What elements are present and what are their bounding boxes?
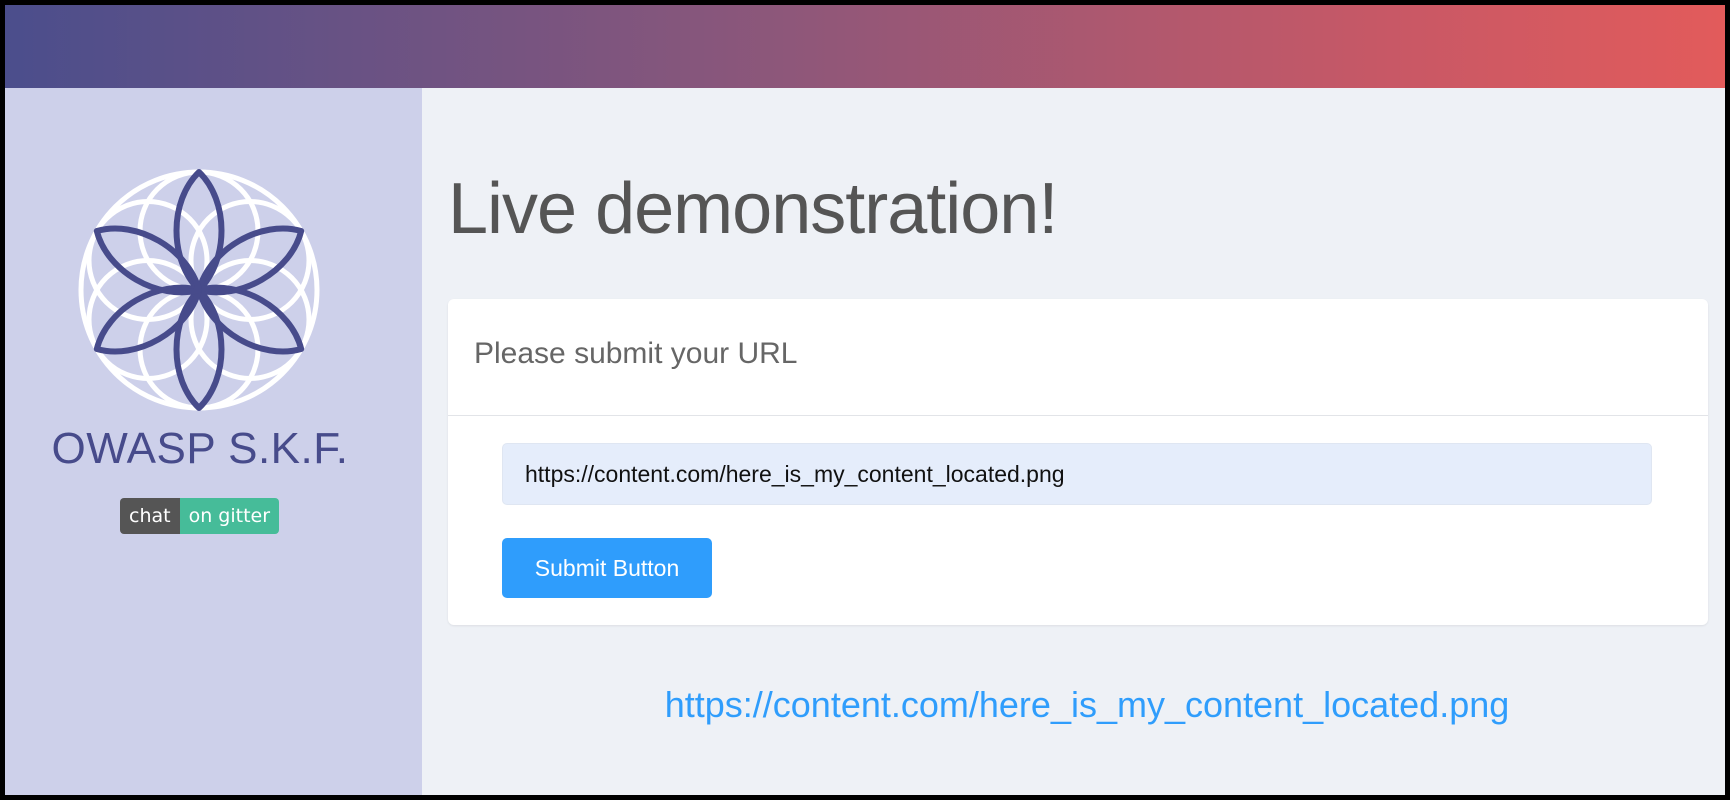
result-url-link[interactable]: https://content.com/here_is_my_content_l… [422, 684, 1725, 726]
badge-chat-label: chat [120, 498, 180, 534]
card-header: Please submit your URL [448, 299, 1708, 416]
url-input[interactable] [502, 443, 1652, 505]
page-title: Live demonstration! [448, 169, 1058, 249]
header-gradient-bar [5, 5, 1725, 88]
sidebar: OWASP S.K.F. chat on gitter [5, 88, 422, 795]
url-form-card: Please submit your URL Submit Button [448, 299, 1708, 625]
submit-button[interactable]: Submit Button [502, 538, 712, 598]
flower-of-life-logo-icon [78, 169, 320, 424]
badge-gitter-label: on gitter [179, 498, 280, 534]
gitter-chat-badge[interactable]: chat on gitter [120, 498, 280, 534]
brand-name: OWASP S.K.F. [51, 424, 349, 473]
main-content: Live demonstration! Please submit your U… [422, 88, 1725, 795]
app-window: OWASP S.K.F. chat on gitter Live demonst… [5, 5, 1725, 795]
